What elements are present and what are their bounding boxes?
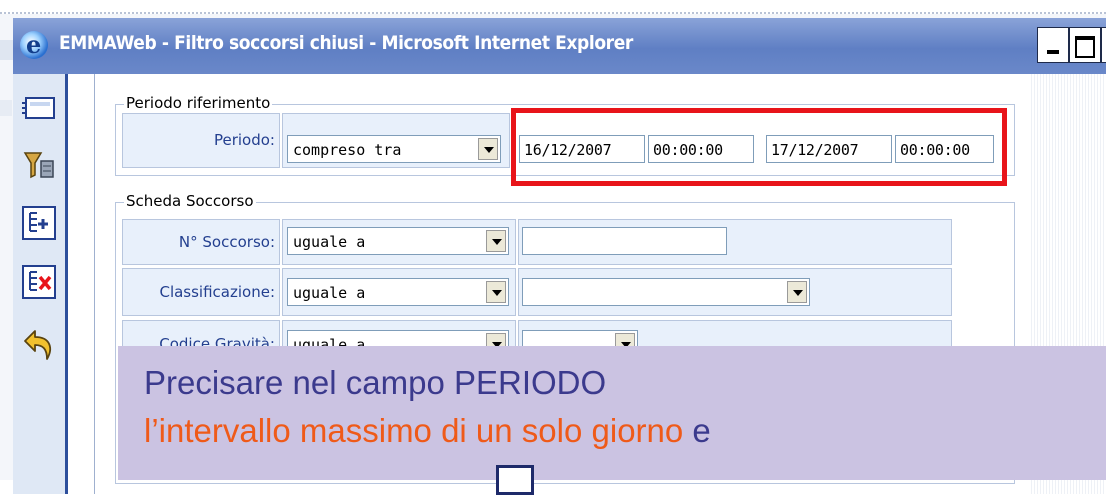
- filter-icon: [23, 152, 54, 179]
- periodo-label: Periodo:: [213, 131, 275, 149]
- periodo-operator-value: compreso tra: [293, 141, 402, 159]
- background-window-edge: [0, 100, 12, 116]
- desktop-top-strip: [0, 0, 1106, 14]
- chevron-down-icon[interactable]: [486, 281, 506, 303]
- card-icon: [22, 97, 55, 119]
- chevron-down-icon[interactable]: [787, 281, 807, 303]
- classificazione-value-select[interactable]: [522, 278, 810, 306]
- toolbar-remove-criteria-button[interactable]: [21, 264, 57, 300]
- window-title: EMMAWeb - Filtro soccorsi chiusi - Micro…: [59, 32, 633, 54]
- n-soccorso-label: N° Soccorso:: [178, 233, 275, 251]
- maximize-icon: [1075, 36, 1095, 58]
- background-window-edge: [0, 40, 14, 60]
- caption-line-2: l’intervallo massimo di un solo giorno e: [144, 412, 711, 450]
- add-criteria-icon: [22, 206, 56, 240]
- caption-tail-text: e: [692, 412, 711, 449]
- chevron-down-icon[interactable]: [478, 138, 498, 160]
- minimize-button[interactable]: [1037, 27, 1069, 63]
- remove-criteria-icon: [22, 265, 56, 299]
- scheda-row-label-cell: Classificazione:: [122, 268, 280, 316]
- periodo-operator-select[interactable]: compreso tra: [287, 135, 501, 163]
- caption-line-1: Precisare nel campo PERIODO: [144, 364, 607, 401]
- toolbar-filter-button[interactable]: [21, 147, 57, 183]
- periodo-legend: Periodo riferimento: [124, 94, 273, 112]
- period-highlight-box: [511, 108, 1007, 186]
- classificazione-label: Classificazione:: [159, 283, 275, 301]
- caption-inline-icon: [496, 465, 534, 495]
- undo-icon: [24, 330, 51, 360]
- window-titlebar[interactable]: e EMMAWeb - Filtro soccorsi chiusi - Mic…: [13, 18, 1106, 74]
- classificazione-operator-select[interactable]: uguale a: [287, 278, 509, 306]
- n-soccorso-operator-value: uguale a: [293, 233, 366, 251]
- periodo-label-cell: Periodo:: [122, 113, 280, 168]
- form-gutter: [68, 74, 95, 494]
- classificazione-operator-value: uguale a: [293, 284, 366, 302]
- side-toolbar: [13, 74, 68, 494]
- toolbar-card-button[interactable]: [21, 92, 57, 128]
- n-soccorso-operator-select[interactable]: uguale a: [287, 227, 509, 255]
- caption-highlight-text: l’intervallo massimo di un solo giorno: [144, 412, 684, 449]
- n-soccorso-input[interactable]: [522, 227, 727, 255]
- scheda-row-label-cell: N° Soccorso:: [122, 219, 280, 265]
- close-button[interactable]: ×: [1101, 27, 1106, 63]
- chevron-down-icon[interactable]: [486, 230, 506, 252]
- maximize-button[interactable]: [1069, 27, 1101, 63]
- internet-explorer-icon: e: [20, 31, 48, 59]
- scheda-legend: Scheda Soccorso: [124, 192, 256, 210]
- toolbar-undo-button[interactable]: [21, 327, 57, 363]
- minimize-icon: [1047, 50, 1059, 54]
- toolbar-add-criteria-button[interactable]: [21, 205, 57, 241]
